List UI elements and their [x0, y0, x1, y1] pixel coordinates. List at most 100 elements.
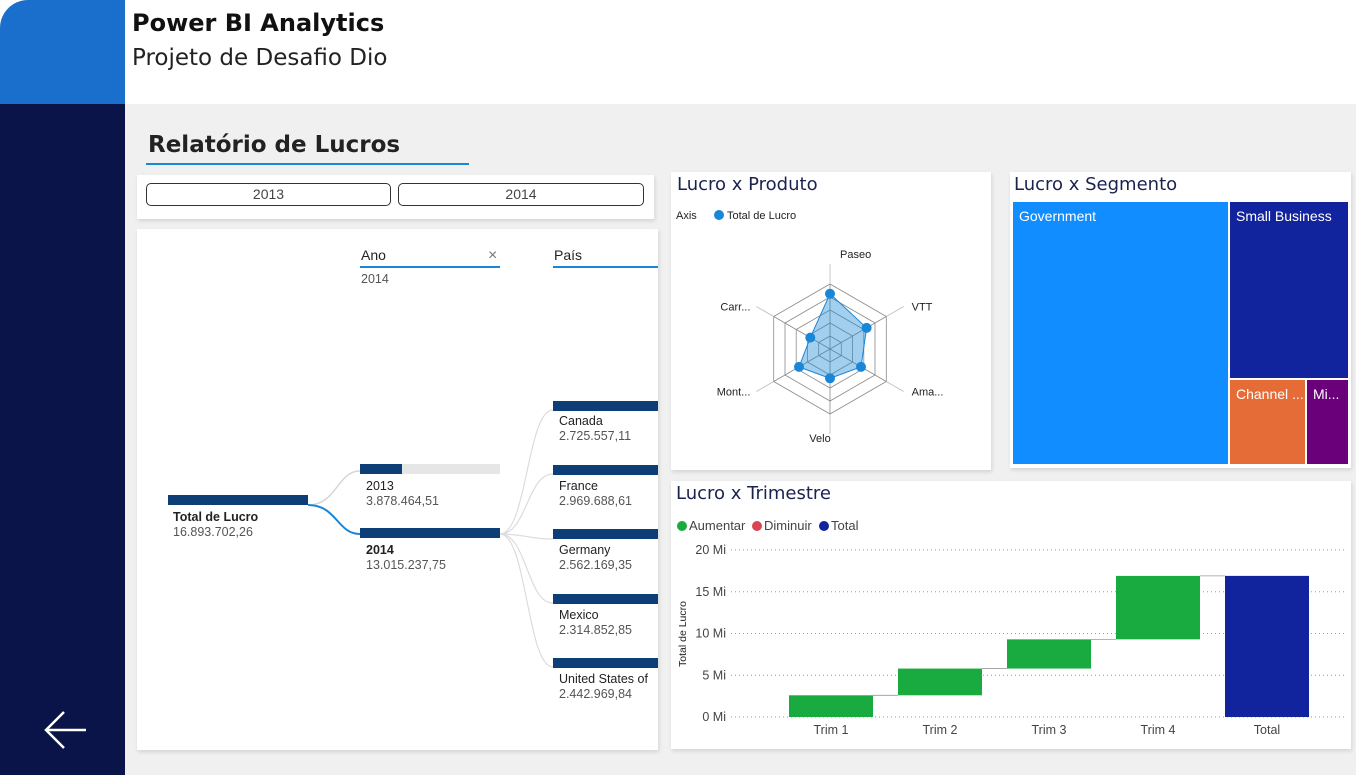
report-title-underline — [146, 163, 469, 165]
y-axis-tick-label: 20 Mi — [695, 543, 726, 557]
radar-axis-label: Ama... — [912, 387, 944, 399]
bar-2013 — [360, 464, 402, 474]
node-value: 13.015.237,75 — [366, 558, 446, 572]
node-value: 2.562.169,35 — [559, 558, 632, 572]
radar-axis-label: Paseo — [840, 249, 871, 261]
radar-axis-label: Mont... — [717, 387, 751, 399]
node-label: Canada — [559, 414, 603, 428]
brand-block — [0, 0, 125, 104]
legend-aumentar-icon — [677, 521, 687, 531]
tree-node-2013[interactable]: 2013 3.878.464,51 — [360, 464, 500, 512]
column-header-pais-underline — [553, 266, 658, 268]
radar-axis-extension — [886, 381, 904, 392]
back-arrow-button[interactable] — [38, 704, 94, 760]
country-bar — [553, 529, 658, 539]
radar-axis-extension — [756, 306, 774, 317]
node-value: 2.725.557,11 — [559, 429, 632, 443]
legend-aumentar: Aumentar — [689, 518, 746, 533]
radar-axis-extension — [886, 306, 904, 317]
treemap-cell-mi[interactable]: Mi... — [1307, 380, 1348, 464]
legend-total-icon — [819, 521, 829, 531]
x-axis-tick-label: Trim 3 — [1032, 723, 1067, 737]
x-axis-tick-label: Trim 1 — [814, 723, 849, 737]
node-value: 2.314.852,85 — [559, 623, 632, 637]
treemap-card: Lucro x Segmento Government Small Busine… — [1010, 172, 1351, 468]
radar-point[interactable] — [825, 288, 835, 299]
bar-2014 — [360, 528, 500, 538]
radar-axis-extension — [756, 381, 774, 392]
waterfall-bar[interactable] — [789, 695, 873, 717]
column-header-ano[interactable]: Ano — [361, 247, 386, 263]
radar-axis-label: Carr... — [720, 302, 750, 314]
treemap-cell-small-business[interactable]: Small Business — [1230, 202, 1348, 378]
tree-node-united-states[interactable]: United States of 2.442.969,84 — [553, 658, 658, 706]
node-value: 3.878.464,51 — [366, 494, 439, 508]
root-label: Total de Lucro — [173, 510, 259, 524]
country-bar — [553, 658, 658, 668]
y-axis-tick-label: 10 Mi — [695, 627, 726, 641]
y-axis-tick-label: 0 Mi — [702, 710, 726, 724]
node-value: 2.969.688,61 — [559, 494, 632, 508]
radar-point[interactable] — [825, 373, 835, 384]
legend-total: Total — [831, 518, 859, 533]
radar-point[interactable] — [805, 332, 816, 343]
y-axis-tick-label: 15 Mi — [695, 585, 726, 599]
y-axis-tick-label: 5 Mi — [702, 668, 726, 682]
clear-filter-close-icon[interactable]: × — [488, 247, 497, 265]
waterfall-bar[interactable] — [1116, 575, 1200, 640]
waterfall-bar[interactable] — [1225, 575, 1309, 717]
node-label: France — [559, 479, 598, 493]
legend-series-label: Total de Lucro — [727, 210, 796, 222]
decomposition-tree: Ano × 2014 País Total de Lucro 16.893.70… — [137, 229, 658, 750]
slicer-button-2013[interactable]: 2013 — [146, 183, 391, 206]
treemap-cell-channel[interactable]: Channel ... — [1230, 380, 1305, 464]
app-subtitle: Projeto de Desafio Dio — [132, 45, 388, 71]
legend-axis-label: Axis — [676, 210, 697, 222]
ano-selected-value: 2014 — [361, 272, 389, 286]
node-label: United States of — [559, 672, 648, 686]
tree-node-germany[interactable]: Germany 2.562.169,35 — [553, 529, 658, 577]
radar-chart[interactable]: Axis Total de Lucro Paseo VTT Ama... Velo Mo… — [671, 172, 991, 470]
tree-node-2014[interactable]: 2014 13.015.237,75 — [360, 528, 500, 576]
y-axis-title: Total de Lucro — [677, 601, 689, 667]
radar-point[interactable] — [861, 322, 872, 333]
waterfall-legend: Aumentar Diminuir Total — [677, 518, 859, 533]
node-label: Germany — [559, 543, 611, 557]
slicer-button-2014[interactable]: 2014 — [398, 183, 644, 206]
radar-chart-card: Lucro x Produto Axis Total de Lucro Pase… — [671, 172, 991, 470]
tree-node-france[interactable]: France 2.969.688,61 — [553, 465, 658, 513]
column-header-pais[interactable]: País — [554, 247, 582, 263]
radar-axis-label: Velo — [809, 433, 830, 445]
radar-axis-label: VTT — [912, 302, 933, 314]
waterfall-bar[interactable] — [898, 668, 982, 696]
country-bar — [553, 465, 658, 475]
radar-point[interactable] — [856, 361, 866, 372]
report-title: Relatório de Lucros — [148, 132, 401, 158]
legend-diminuir: Diminuir — [764, 518, 812, 533]
left-sidebar — [0, 104, 125, 775]
x-axis-tick-label: Trim 2 — [923, 723, 958, 737]
tree-node-mexico[interactable]: Mexico 2.314.852,85 — [553, 594, 658, 642]
waterfall-bar[interactable] — [1007, 639, 1091, 669]
country-bar — [553, 401, 658, 411]
treemap-title: Lucro x Segmento — [1014, 174, 1178, 195]
x-axis-tick-label: Trim 4 — [1141, 723, 1176, 737]
arrow-left-icon — [44, 711, 86, 749]
tree-root-node[interactable]: Total de Lucro 16.893.702,26 — [168, 495, 308, 543]
root-value: 16.893.702,26 — [173, 525, 253, 539]
legend-diminuir-icon — [752, 521, 762, 531]
root-bar — [168, 495, 308, 505]
tree-node-canada[interactable]: Canada 2.725.557,11 — [553, 401, 658, 449]
waterfall-chart-card: Lucro x Trimestre Aumentar Diminuir Tota… — [671, 481, 1351, 749]
legend-marker-icon — [714, 210, 724, 220]
treemap-cell-government[interactable]: Government — [1013, 202, 1228, 464]
node-label: Mexico — [559, 608, 599, 622]
node-label: 2013 — [366, 479, 394, 493]
app-title: Power BI Analytics — [132, 9, 385, 37]
x-axis-tick-label: Total — [1254, 723, 1280, 737]
node-label: 2014 — [366, 543, 394, 557]
waterfall-chart[interactable]: Aumentar Diminuir Total Total de Lucro 0… — [671, 481, 1351, 749]
radar-point[interactable] — [794, 361, 804, 372]
column-header-ano-underline — [360, 266, 500, 268]
year-slicer: 2013 2014 — [137, 175, 654, 219]
